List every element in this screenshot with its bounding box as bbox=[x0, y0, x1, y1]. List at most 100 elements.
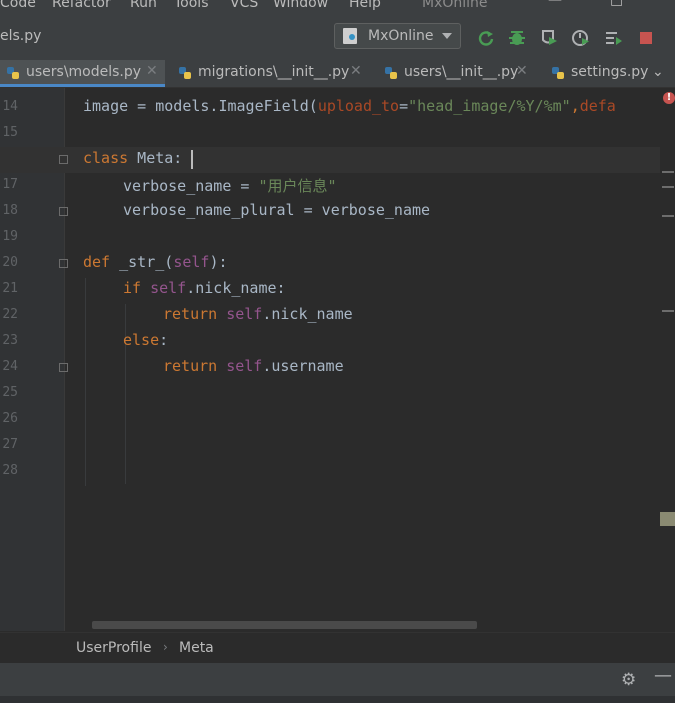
rerun-icon[interactable] bbox=[477, 29, 495, 47]
fold-marker-icon[interactable] bbox=[59, 155, 68, 164]
run-list-icon[interactable] bbox=[605, 29, 623, 47]
line-number: 20 bbox=[2, 255, 18, 270]
code-token: _str_( bbox=[110, 253, 174, 271]
coverage-icon[interactable] bbox=[540, 29, 558, 47]
code-line-18: verbose_name_plural = verbose_name bbox=[123, 201, 430, 219]
line-number: 23 bbox=[2, 333, 18, 348]
menu-help[interactable]: Help bbox=[349, 0, 381, 11]
code-token: .nick_name bbox=[262, 305, 353, 323]
nav-file-breadcrumb[interactable]: els.py bbox=[0, 28, 41, 44]
menu-window[interactable]: Window bbox=[273, 0, 328, 11]
stripe-mark[interactable] bbox=[662, 186, 674, 188]
fold-marker-icon[interactable] bbox=[59, 259, 68, 268]
tab-migrations-init[interactable]: migrations\__init__.py ✕ bbox=[172, 60, 372, 87]
code-token: , bbox=[570, 97, 580, 115]
close-icon[interactable]: ✕ bbox=[516, 63, 528, 79]
tab-label: migrations\__init__.py bbox=[198, 64, 350, 80]
close-icon[interactable]: ✕ bbox=[146, 63, 158, 79]
code-keyword: return bbox=[163, 305, 218, 323]
stripe-mark[interactable] bbox=[662, 310, 674, 312]
code-line-20: def _str_(self): bbox=[83, 253, 228, 271]
breadcrumb: UserProfile › Meta bbox=[0, 632, 675, 664]
tabs-overflow-chevron-icon[interactable]: ⌄ bbox=[652, 64, 664, 80]
stop-icon[interactable] bbox=[637, 29, 655, 47]
code-line-22: return self.nick_name bbox=[163, 305, 353, 323]
chevron-down-icon bbox=[442, 33, 452, 39]
hide-panel-icon[interactable]: — bbox=[654, 665, 672, 686]
code-token-self: self bbox=[141, 279, 187, 297]
code-line-16: class Meta: bbox=[83, 149, 182, 167]
tab-users-init[interactable]: users\__init__.py ✕ bbox=[378, 60, 538, 87]
close-icon[interactable]: ✕ bbox=[350, 63, 362, 79]
run-config-selector[interactable]: MxOnline bbox=[334, 23, 461, 49]
code-token: verbose_name_plural = verbose_name bbox=[123, 201, 431, 219]
line-number: 27 bbox=[2, 437, 18, 452]
tab-label: users\__init__.py bbox=[404, 64, 519, 80]
code-line-17: verbose_name = "用户信息" bbox=[123, 175, 337, 196]
code-keyword: if bbox=[123, 279, 142, 297]
code-line-14: image = models.ImageField(upload_to="hea… bbox=[83, 97, 616, 115]
stripe-mark[interactable] bbox=[662, 215, 674, 217]
text-cursor bbox=[191, 150, 193, 169]
menu-tools[interactable]: Tools bbox=[174, 0, 209, 11]
minimize-window-icon[interactable]: — bbox=[548, 0, 562, 8]
menu-run[interactable]: Run bbox=[130, 0, 157, 11]
code-token-self: self bbox=[217, 305, 263, 323]
menu-vcs[interactable]: VCS bbox=[230, 0, 258, 11]
menu-code[interactable]: Code bbox=[0, 0, 36, 11]
tab-users-models[interactable]: users\models.py ✕ bbox=[0, 60, 165, 87]
line-number: 26 bbox=[2, 411, 18, 426]
profile-icon[interactable] bbox=[572, 29, 590, 47]
code-token-param: upload_to bbox=[317, 97, 400, 115]
status-bar bbox=[0, 696, 675, 703]
code-token: = bbox=[399, 97, 409, 115]
line-number: 28 bbox=[2, 463, 18, 478]
code-token: Meta: bbox=[128, 149, 183, 167]
maximize-window-icon[interactable]: □ bbox=[610, 0, 623, 8]
error-stripe[interactable] bbox=[660, 88, 675, 631]
python-file-icon bbox=[385, 67, 397, 79]
code-line-21: if self.nick_name: bbox=[123, 279, 286, 297]
stripe-mark[interactable] bbox=[662, 171, 674, 173]
fold-marker-icon[interactable] bbox=[59, 207, 68, 216]
error-indicator-icon[interactable]: ! bbox=[663, 92, 675, 104]
line-number: 22 bbox=[2, 307, 18, 322]
run-config-label: MxOnline bbox=[368, 28, 434, 44]
code-token-self: self bbox=[173, 253, 210, 271]
toolbar: els.py MxOnline bbox=[0, 14, 675, 61]
code-keyword: return bbox=[163, 357, 218, 375]
django-config-icon bbox=[343, 28, 357, 44]
debug-icon[interactable] bbox=[508, 29, 526, 47]
tab-label: settings.py bbox=[571, 64, 649, 80]
breadcrumb-userprofile[interactable]: UserProfile bbox=[76, 640, 151, 656]
fold-marker-icon[interactable] bbox=[59, 363, 68, 372]
code-token: .nick_name: bbox=[186, 279, 286, 297]
line-number: 17 bbox=[2, 177, 18, 192]
code-keyword: else bbox=[123, 331, 160, 349]
code-keyword: class bbox=[83, 149, 129, 167]
code-token: verbose_name = bbox=[123, 177, 259, 195]
code-token: image = models.ImageField( bbox=[83, 97, 318, 115]
menu-bar: Code Refactor Run Tools VCS Window Help … bbox=[0, 0, 675, 14]
code-line-24: return self.username bbox=[163, 357, 344, 375]
line-number: 21 bbox=[2, 281, 18, 296]
line-number: 19 bbox=[2, 229, 18, 244]
code-token-param: defa bbox=[579, 97, 616, 115]
gear-icon[interactable]: ⚙ bbox=[621, 670, 636, 690]
code-line-23: else: bbox=[123, 331, 168, 349]
horizontal-scrollbar[interactable] bbox=[92, 621, 477, 629]
line-number: 14 bbox=[2, 99, 18, 114]
code-token: : bbox=[159, 331, 169, 349]
line-number: 25 bbox=[2, 385, 18, 400]
python-file-icon bbox=[7, 67, 19, 79]
menu-refactor[interactable]: Refactor bbox=[52, 0, 111, 11]
editor-tabs: users\models.py ✕ migrations\__init__.py… bbox=[0, 60, 675, 88]
tab-settings[interactable]: settings.py bbox=[545, 60, 650, 87]
code-token-string: "用户信息" bbox=[258, 177, 337, 195]
line-number: 24 bbox=[2, 359, 18, 374]
python-file-icon bbox=[552, 67, 564, 79]
window-title: MxOnline bbox=[422, 0, 488, 11]
breadcrumb-meta[interactable]: Meta bbox=[179, 640, 214, 656]
line-number: 15 bbox=[2, 125, 18, 140]
vertical-scrollbar-thumb[interactable] bbox=[660, 512, 675, 526]
